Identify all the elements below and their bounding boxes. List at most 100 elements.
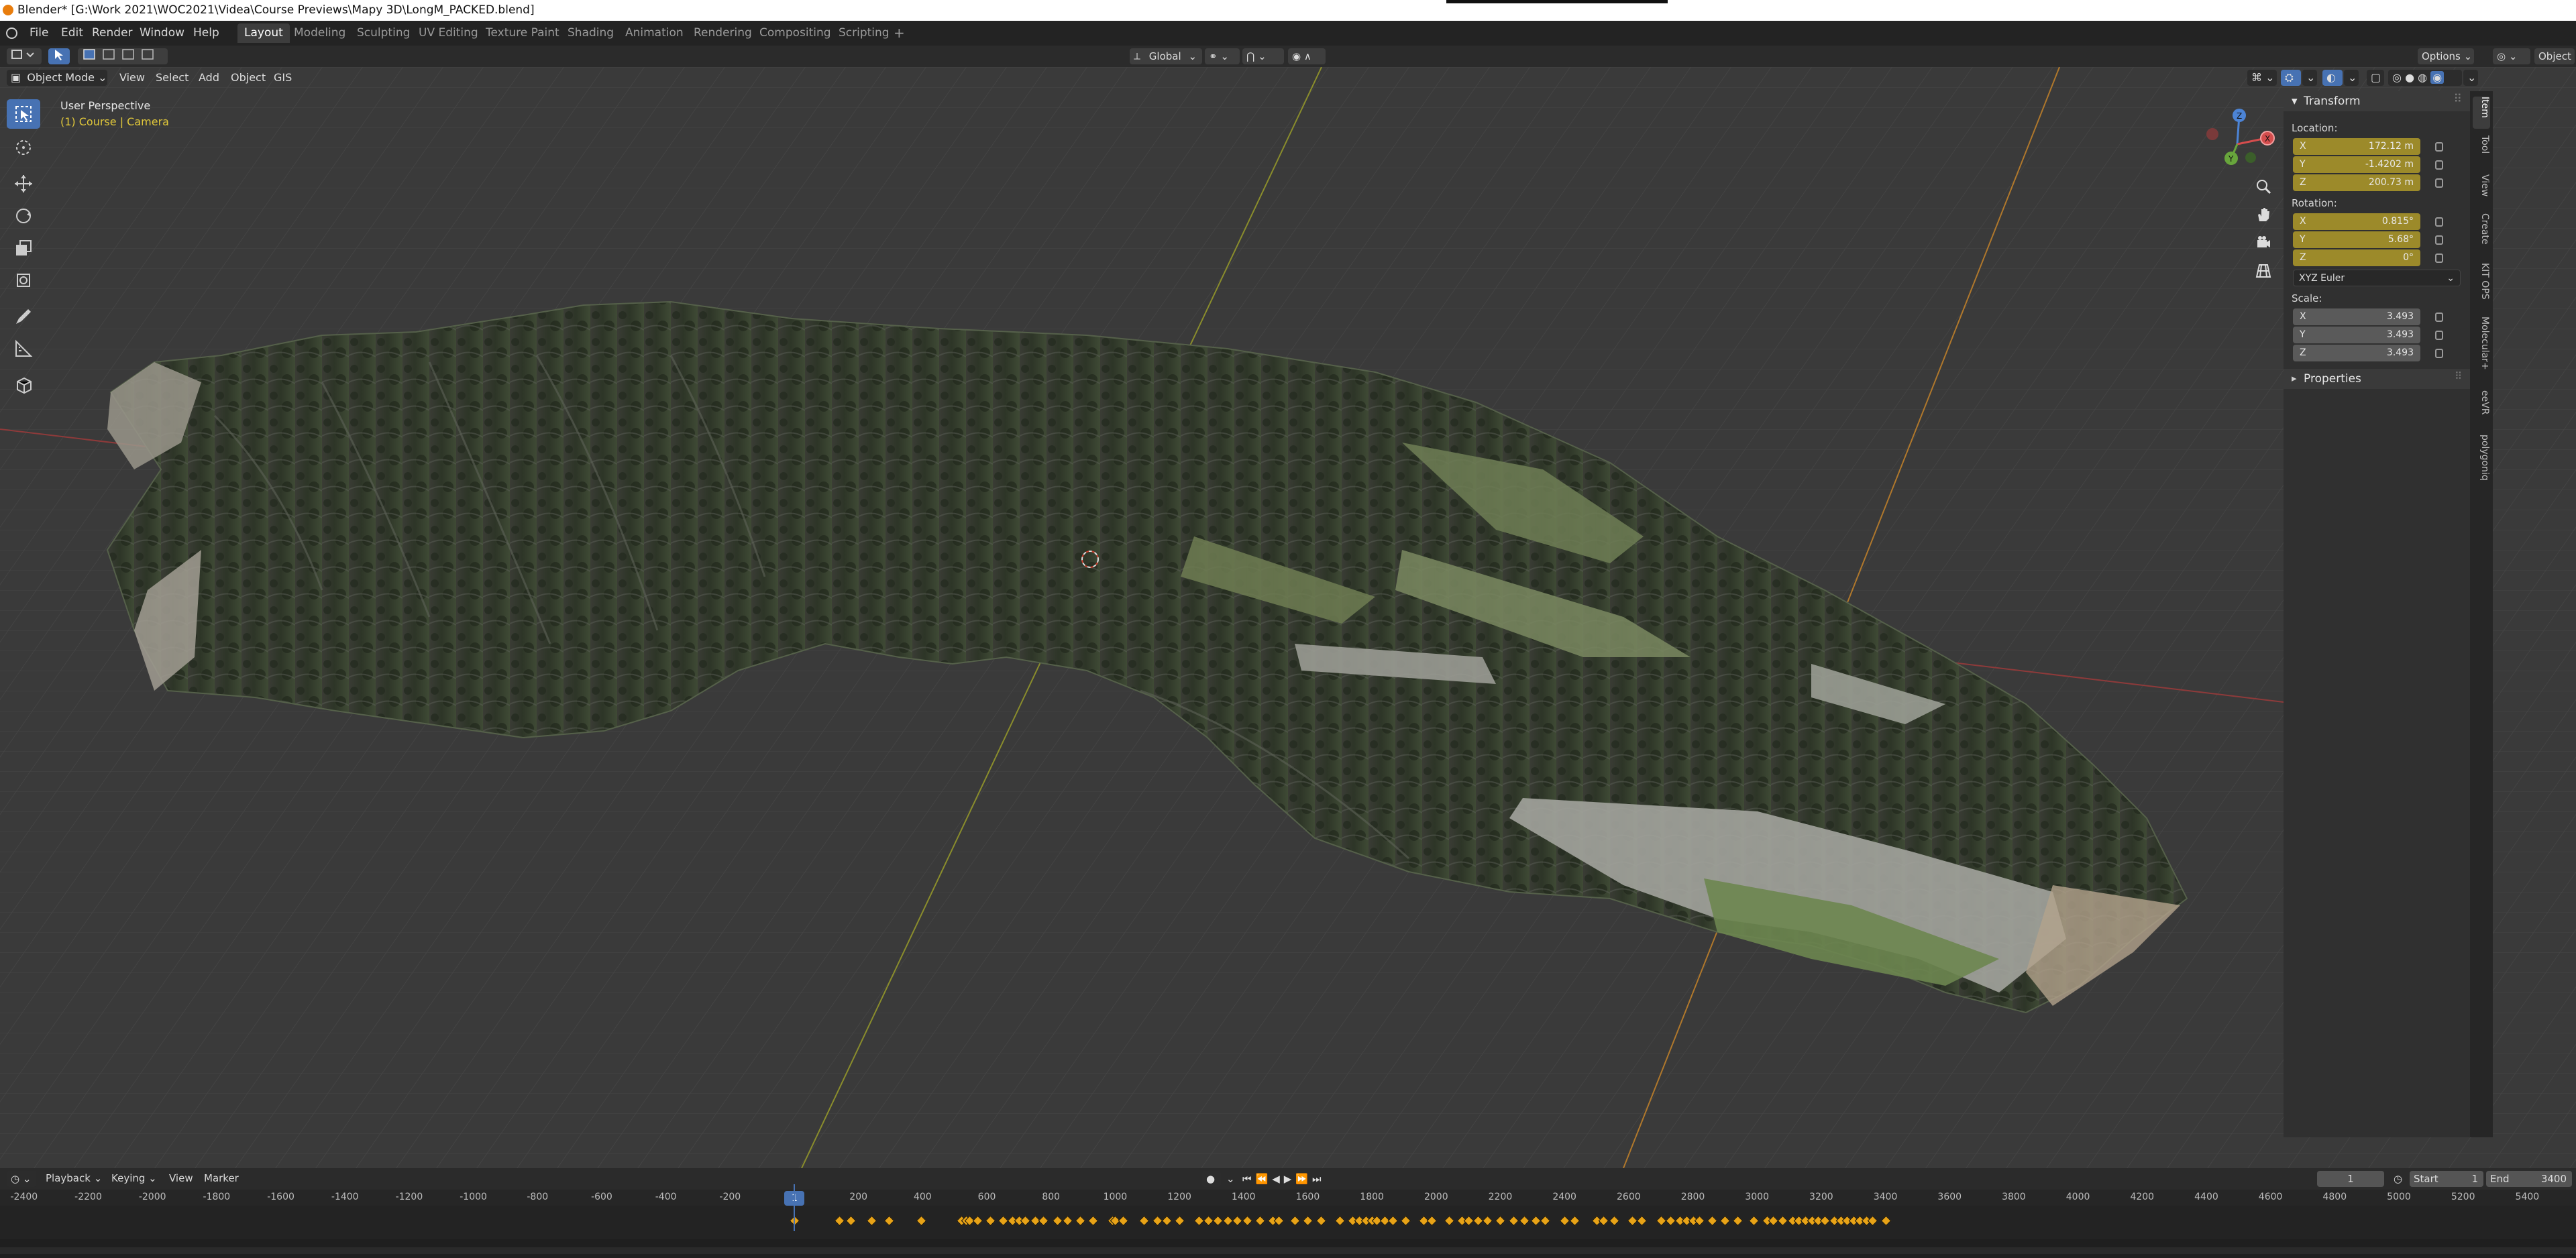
location-y-field[interactable]: Y -1.4202 m (2293, 156, 2420, 173)
tab-sculpting[interactable]: Sculpting (350, 23, 417, 43)
jump-start-icon[interactable]: ⏮ (1242, 1171, 1252, 1187)
cursor-tool-icon[interactable] (7, 133, 40, 162)
tab-layout[interactable]: Layout (237, 23, 290, 43)
object-types-visibility-icon[interactable]: ⌘ ⌄ (2247, 70, 2277, 86)
tab-animation[interactable]: Animation (619, 23, 690, 43)
scale-z-field[interactable]: Z 3.493 (2293, 345, 2420, 361)
keyframe-marker[interactable] (1483, 1215, 1493, 1226)
pan-hand-icon[interactable] (2250, 201, 2277, 228)
tab-shading[interactable]: Shading (561, 23, 621, 43)
keyframe-marker[interactable] (1053, 1215, 1063, 1226)
lock-icon[interactable] (2435, 331, 2443, 340)
tab-polygoniq[interactable]: polygoniq (2473, 435, 2490, 491)
menu-add[interactable]: Add (199, 71, 219, 84)
location-z-field[interactable]: Z 200.73 m (2293, 174, 2420, 191)
select-box-tool-icon[interactable] (7, 99, 40, 129)
current-frame-field[interactable]: 1 (2317, 1171, 2384, 1187)
menu-view[interactable]: View (119, 71, 145, 84)
keyframe-marker[interactable] (1426, 1215, 1437, 1226)
tab-tool[interactable]: Tool (2473, 135, 2490, 162)
keyframe-marker[interactable] (1463, 1215, 1474, 1226)
options-dropdown[interactable]: Options ⌄ (2418, 48, 2474, 64)
tab-create[interactable]: Create (2473, 213, 2490, 251)
keyframe-marker[interactable] (1174, 1215, 1185, 1226)
tab-uv-editing[interactable]: UV Editing (412, 23, 485, 43)
menu-render[interactable]: Render (92, 26, 133, 40)
keyframe-marker[interactable] (1401, 1215, 1411, 1226)
selection-mode-buttons[interactable] (78, 48, 168, 64)
drag-handle-icon[interactable]: ⠿ (2455, 370, 2462, 382)
keyframe-marker[interactable] (1707, 1215, 1718, 1226)
timeline-editor-type-icon[interactable]: ◷ ⌄ (7, 1171, 36, 1187)
keyframe-marker[interactable] (883, 1215, 895, 1226)
jump-end-icon[interactable]: ⏭ (1312, 1171, 1322, 1187)
keyframe-marker[interactable] (1569, 1215, 1580, 1226)
keyframe-marker[interactable] (1118, 1215, 1129, 1226)
lock-icon[interactable] (2435, 178, 2443, 188)
jump-keyframe-back-icon[interactable]: ⏪ (1256, 1171, 1269, 1187)
jump-keyframe-forward-icon[interactable]: ⏩ (1295, 1171, 1308, 1187)
keyframe-marker[interactable] (1303, 1215, 1313, 1226)
menu-window[interactable]: Window (140, 26, 184, 40)
rotation-x-field[interactable]: X 0.815° (2293, 213, 2420, 230)
scale-y-field[interactable]: Y 3.493 (2293, 327, 2420, 343)
keyframe-marker[interactable] (1540, 1215, 1551, 1226)
rotation-y-field[interactable]: Y 5.68° (2293, 231, 2420, 248)
annotate-tool-icon[interactable] (7, 302, 40, 331)
snapping-dropdown[interactable]: ⋂ ⌄ (1242, 48, 1284, 64)
measure-tool-icon[interactable] (7, 334, 40, 363)
blender-menu-icon[interactable] (6, 27, 17, 39)
keyframe-marker[interactable] (1087, 1215, 1099, 1226)
keyframe-marker[interactable] (1232, 1215, 1243, 1226)
transform-panel-header[interactable]: ▾ Transform ⠿ (2284, 91, 2470, 111)
view-layer-selector[interactable]: Object (2534, 48, 2575, 64)
tab-eevr[interactable]: eeVR (2473, 390, 2490, 422)
keyframe-marker[interactable] (866, 1215, 877, 1226)
keyframe-marker[interactable] (985, 1215, 996, 1226)
toggle-perspective-grid-icon[interactable] (2250, 258, 2277, 284)
keyframe-marker[interactable] (1020, 1215, 1031, 1226)
menu-gis[interactable]: GIS (274, 71, 292, 84)
keyframe-marker[interactable] (1038, 1215, 1049, 1226)
keyframe-marker[interactable] (1152, 1215, 1163, 1226)
keyframe-marker[interactable] (1559, 1215, 1570, 1226)
keyframe-marker[interactable] (1161, 1215, 1173, 1226)
lock-icon[interactable] (2435, 160, 2443, 170)
keyframe-marker[interactable] (1778, 1215, 1788, 1226)
material-shading-icon[interactable]: ◍ (2418, 71, 2427, 84)
menu-help[interactable]: Help (193, 26, 219, 40)
rotation-mode-dropdown[interactable]: XYZ Euler ⌄ (2293, 270, 2461, 286)
lock-icon[interactable] (2435, 253, 2443, 263)
add-workspace-icon[interactable]: + (894, 25, 905, 41)
menu-keying[interactable]: Keying ⌄ (111, 1172, 157, 1184)
tab-rendering[interactable]: Rendering (687, 23, 759, 43)
keyframe-marker[interactable] (845, 1215, 856, 1226)
move-tool-icon[interactable] (7, 169, 40, 198)
viewport-scene[interactable] (0, 67, 2576, 1168)
editor-type-selector[interactable] (7, 48, 42, 64)
lock-icon[interactable] (2435, 217, 2443, 227)
play-reverse-icon[interactable]: ◀ (1272, 1171, 1280, 1187)
keyframe-marker[interactable] (1254, 1215, 1265, 1226)
keyframe-marker[interactable] (1139, 1215, 1150, 1226)
end-frame-field[interactable]: End 3400 (2486, 1171, 2572, 1187)
proportional-editing-dropdown[interactable]: ◉ ∧ (1288, 48, 1326, 64)
rotation-z-field[interactable]: Z 0° (2293, 249, 2420, 266)
tab-compositing[interactable]: Compositing (753, 23, 838, 43)
lock-icon[interactable] (2435, 312, 2443, 322)
keyframe-marker[interactable] (1519, 1215, 1530, 1226)
timeline-scrollbar[interactable] (0, 1247, 2576, 1254)
keyframe-marker[interactable] (972, 1215, 983, 1226)
rendered-shading-icon[interactable]: ◉ (2430, 71, 2445, 84)
lock-icon[interactable] (2435, 349, 2443, 358)
3d-viewport[interactable]: ▣ Object Mode ⌄ View Select Add Object G… (0, 67, 2576, 1168)
tab-kit-ops[interactable]: KIT OPS (2473, 263, 2490, 303)
start-frame-field[interactable]: Start 1 (2410, 1171, 2483, 1187)
menu-edit[interactable]: Edit (61, 26, 83, 40)
tab-scripting[interactable]: Scripting (832, 23, 896, 43)
menu-view[interactable]: View (169, 1172, 193, 1184)
shading-dropdown-icon[interactable]: ⌄ (2463, 70, 2478, 86)
stopwatch-icon[interactable]: ◷ (2390, 1171, 2407, 1187)
keyframe-marker[interactable] (1444, 1215, 1455, 1226)
keyframe-marker[interactable] (1334, 1215, 1346, 1226)
